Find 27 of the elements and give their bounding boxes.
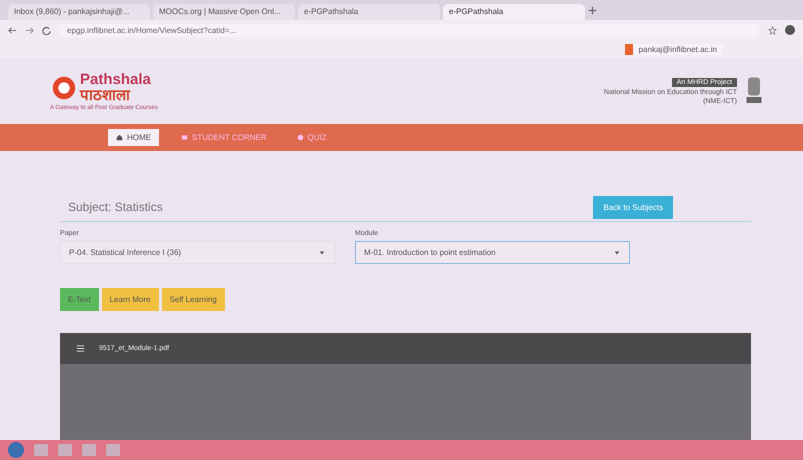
action-button[interactable]: E-Text (60, 288, 99, 311)
home-icon (116, 134, 123, 141)
dropdown-field[interactable]: M-01. Introduction to point estimation (355, 241, 630, 264)
action-button[interactable]: Learn More (102, 288, 159, 311)
logo-icon (50, 74, 78, 102)
nav-item[interactable]: HOME (108, 129, 159, 146)
browser-tab[interactable]: MOOCs.org | Massive Open Onl... (153, 4, 295, 20)
action-button[interactable]: Self Learning (162, 288, 225, 311)
caret-icon (613, 248, 621, 256)
address-field[interactable]: epgp.inflibnet.ac.in/Home/ViewSubject?catid=... (59, 24, 760, 36)
star-icon[interactable] (768, 26, 777, 34)
dropdown-field[interactable]: P-04. Statistical Inference I (36) (60, 241, 335, 264)
back-icon[interactable] (8, 26, 17, 34)
menu-icon[interactable] (76, 344, 85, 353)
avatar-icon[interactable] (785, 25, 795, 35)
profile-chip[interactable]: pankaj@inflibnet.ac.in (624, 44, 723, 54)
plus-icon[interactable] (588, 6, 597, 14)
caret-icon (318, 248, 326, 256)
reload-icon[interactable] (42, 26, 51, 34)
browser-tab[interactable]: Inbox (9,860) - pankajsinhaji@... (8, 4, 150, 20)
forward-icon[interactable] (25, 26, 34, 34)
logo-hindi-text: पाठशाला (80, 86, 132, 104)
start-icon[interactable] (8, 442, 24, 458)
browser-tab[interactable]: e-PGPathshala (443, 4, 585, 20)
subject-title: Subject: Statistics (68, 200, 163, 214)
logo-text: Pathshala (80, 72, 151, 86)
browser-tab[interactable]: e-PGPathshala (298, 4, 440, 20)
